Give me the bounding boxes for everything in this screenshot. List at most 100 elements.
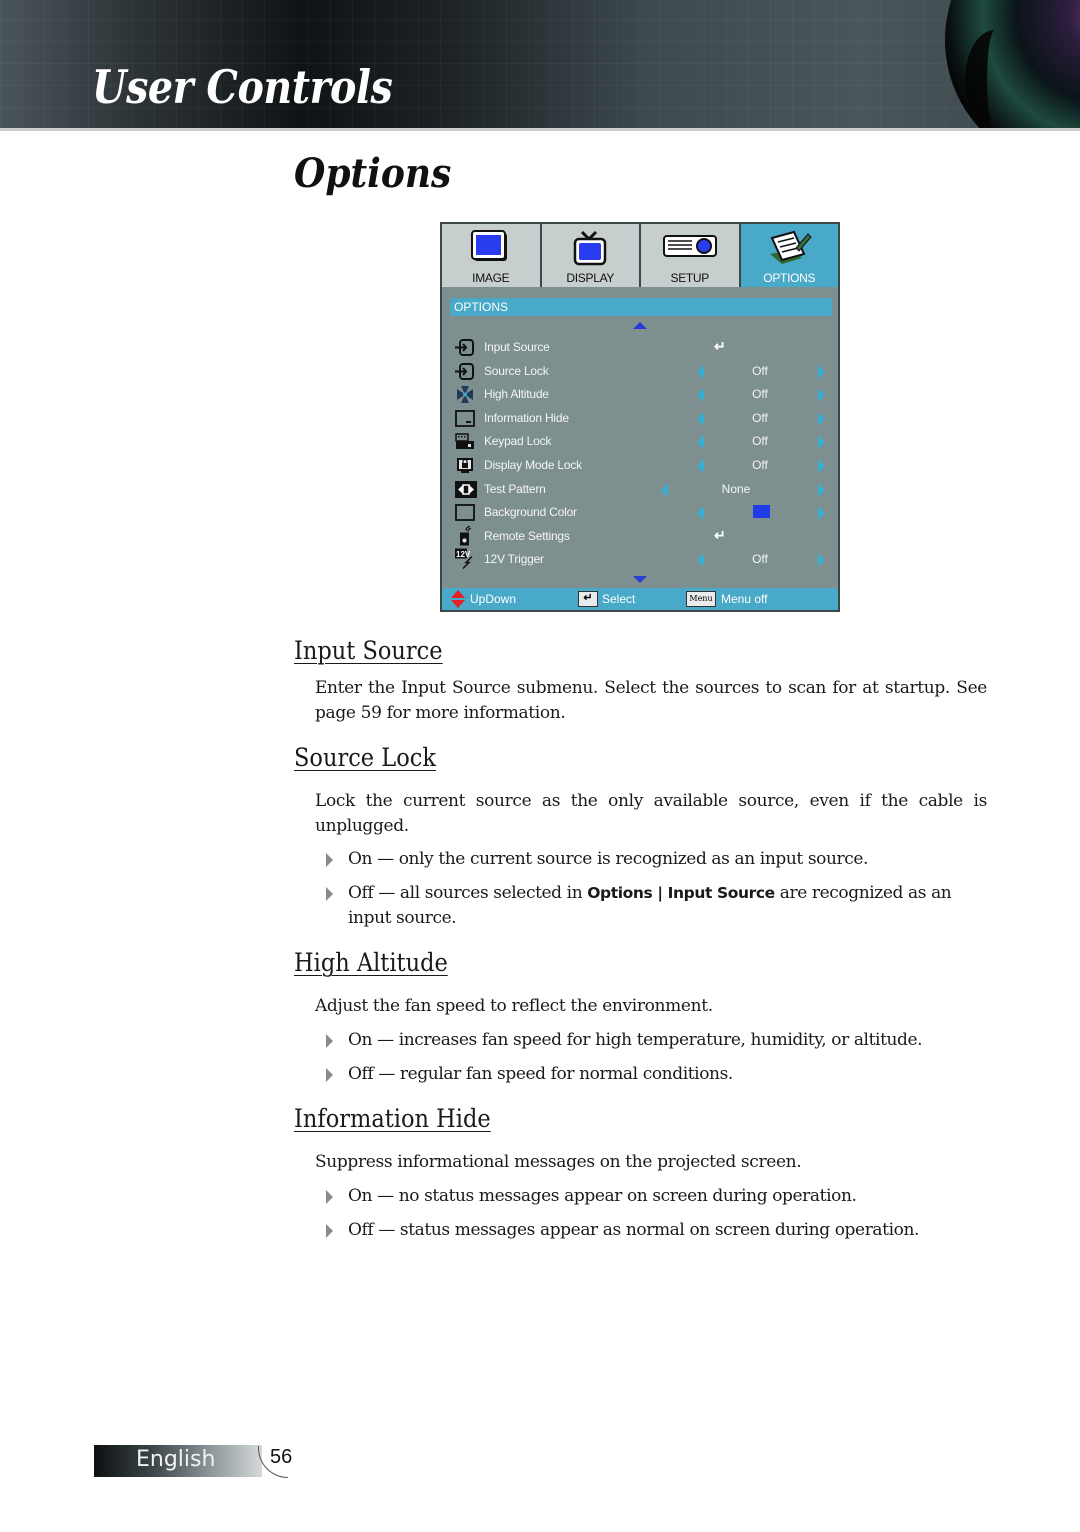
tab-setup[interactable]: SETUP <box>641 224 739 287</box>
tab-display-label: DISPLAY <box>566 271 615 285</box>
remote-icon <box>460 525 472 546</box>
tab-options[interactable]: OPTIONS <box>740 224 838 287</box>
increase-arrow-icon[interactable] <box>818 411 825 426</box>
page-title: Options <box>294 150 452 197</box>
language-label: English <box>136 1447 216 1472</box>
decrease-arrow-icon[interactable] <box>697 364 704 379</box>
osd-item-label: Background Color <box>484 505 577 520</box>
osd-item-information-hide[interactable]: Information Hide Off <box>442 407 838 431</box>
increase-arrow-icon[interactable] <box>818 435 825 450</box>
tab-setup-label: SETUP <box>670 271 709 285</box>
test-pattern-icon <box>455 480 477 498</box>
image-icon <box>470 230 511 269</box>
source-lock-description: Lock the current source as the only avai… <box>315 791 987 836</box>
tab-options-label: OPTIONS <box>763 271 816 285</box>
tv-icon <box>570 230 610 271</box>
osd-item-label: 12V Trigger <box>484 552 544 567</box>
fan-icon <box>457 386 473 404</box>
osd-item-value: Off <box>752 552 768 567</box>
increase-arrow-icon[interactable] <box>818 553 825 568</box>
tab-image[interactable]: IMAGE <box>442 224 540 287</box>
menu-off-label: Menu off <box>721 592 768 606</box>
bullet-text: On — increases fan speed for high temper… <box>348 1030 923 1050</box>
osd-menu: IMAGE DISPLAY SETUP OPTIONS OPTIONS Inpu… <box>440 222 840 612</box>
source-lock-off-bullet: Off — all sources selected in Options | … <box>326 881 988 931</box>
osd-item-background-color[interactable]: Background Color <box>442 501 838 525</box>
input-icon <box>455 362 474 380</box>
lens-ring <box>965 30 1025 130</box>
display-lock-icon <box>457 457 473 473</box>
updown-label: UpDown <box>470 592 517 606</box>
background-color-icon <box>455 504 475 522</box>
increase-arrow-icon[interactable] <box>818 388 825 403</box>
osd-item-keypad-lock[interactable]: Keypad Lock Off <box>442 430 838 454</box>
osd-item-value: Off <box>752 387 768 402</box>
decrease-arrow-icon[interactable] <box>661 482 668 497</box>
osd-item-display-mode-lock[interactable]: Display Mode Lock Off <box>442 454 838 478</box>
high-altitude-off-bullet: Off — regular fan speed for normal condi… <box>326 1062 988 1087</box>
osd-item-12v-trigger[interactable]: 12V 12V Trigger Off <box>442 548 838 572</box>
bullet-text: On — no status messages appear on screen… <box>348 1186 857 1206</box>
bullet-text: Off — status messages appear as normal o… <box>348 1220 920 1240</box>
notepad-icon <box>766 230 812 271</box>
scroll-up-arrow-icon[interactable] <box>633 322 647 329</box>
input-source-description: Enter the Input Source submenu. Select t… <box>315 678 987 723</box>
page-number: 56 <box>270 1446 293 1468</box>
info-hide-icon <box>455 409 475 427</box>
bullet-text: Off — all sources selected in <box>348 883 588 903</box>
bullet-text: On — only the current source is recogniz… <box>348 849 869 869</box>
osd-item-label: Display Mode Lock <box>484 457 582 472</box>
header-banner: User Controls <box>0 0 1080 130</box>
osd-item-remote-settings[interactable]: Remote Settings ↵ <box>442 525 838 549</box>
information-hide-off-bullet: Off — status messages appear as normal o… <box>326 1218 988 1243</box>
banner-divider <box>0 128 1080 131</box>
heading-high-altitude: High Altitude <box>294 948 448 977</box>
projector-icon <box>662 230 718 265</box>
source-lock-on-bullet: On — only the current source is recogniz… <box>326 847 988 872</box>
svg-text:12V: 12V <box>456 550 471 559</box>
osd-item-label: High Altitude <box>484 387 549 402</box>
decrease-arrow-icon[interactable] <box>697 411 704 426</box>
heading-information-hide: Information Hide <box>294 1104 491 1133</box>
osd-item-test-pattern[interactable]: Test Pattern None <box>442 478 838 502</box>
color-swatch <box>753 505 770 519</box>
osd-item-label: Keypad Lock <box>484 434 552 449</box>
heading-source-lock: Source Lock <box>294 743 437 772</box>
osd-item-input-source[interactable]: Input Source ↵ <box>442 336 838 360</box>
decrease-arrow-icon[interactable] <box>697 458 704 473</box>
increase-arrow-icon[interactable] <box>818 506 825 521</box>
keypad-icon <box>455 433 474 450</box>
bullet-text: Off — regular fan speed for normal condi… <box>348 1064 733 1084</box>
select-key-icon: ↵ <box>578 591 598 607</box>
osd-title: OPTIONS <box>450 298 832 316</box>
decrease-arrow-icon[interactable] <box>697 506 704 521</box>
language-tab: English <box>94 1445 262 1477</box>
increase-arrow-icon[interactable] <box>818 364 825 379</box>
information-hide-on-bullet: On — no status messages appear on screen… <box>326 1184 988 1209</box>
menu-key-icon: Menu <box>686 591 716 607</box>
osd-item-value: Off <box>752 363 768 378</box>
osd-item-label: Source Lock <box>484 363 549 378</box>
scroll-down-arrow-icon[interactable] <box>633 576 647 583</box>
input-icon <box>455 339 474 356</box>
osd-item-source-lock[interactable]: Source Lock Off <box>442 360 838 384</box>
trigger-icon: 12V <box>455 548 473 570</box>
decrease-arrow-icon[interactable] <box>697 553 704 568</box>
enter-icon[interactable]: ↵ <box>714 527 726 544</box>
high-altitude-description: Adjust the fan speed to reflect the envi… <box>315 996 713 1016</box>
osd-item-value: Off <box>752 434 768 449</box>
osd-item-value: None <box>721 481 751 496</box>
tab-display[interactable]: DISPLAY <box>541 224 639 287</box>
increase-arrow-icon[interactable] <box>818 458 825 473</box>
osd-tabs: IMAGE DISPLAY SETUP OPTIONS <box>442 224 838 287</box>
bullet-arrow-icon <box>326 887 333 901</box>
menu-path-reference: Options | Input Source <box>587 884 775 902</box>
decrease-arrow-icon[interactable] <box>697 435 704 450</box>
high-altitude-on-bullet: On — increases fan speed for high temper… <box>326 1028 988 1053</box>
increase-arrow-icon[interactable] <box>818 482 825 497</box>
heading-input-source: Input Source <box>294 636 443 665</box>
osd-item-list: Input Source ↵ Source Lock Off High Alti… <box>442 336 838 572</box>
osd-item-high-altitude[interactable]: High Altitude Off <box>442 383 838 407</box>
enter-icon[interactable]: ↵ <box>714 338 726 355</box>
decrease-arrow-icon[interactable] <box>697 388 704 403</box>
